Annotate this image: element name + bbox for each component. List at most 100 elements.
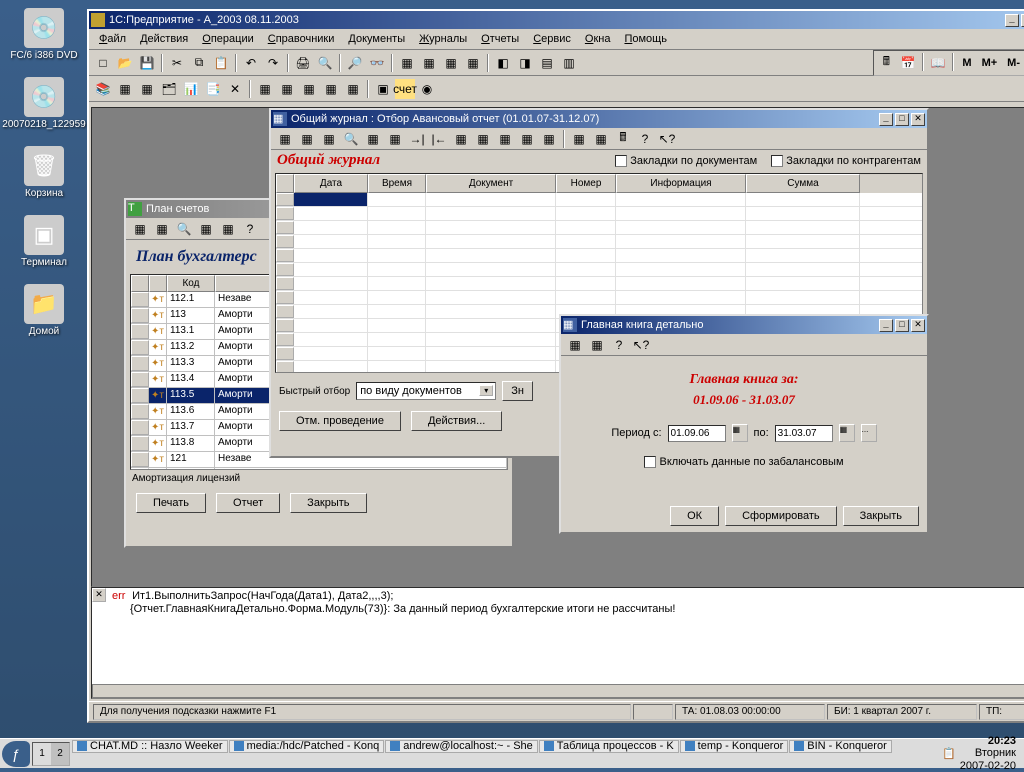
calc-icon[interactable]: 🖩: [876, 53, 896, 73]
menu-item[interactable]: Файл: [93, 31, 132, 47]
log-hscroll[interactable]: [92, 684, 1024, 698]
menu-item[interactable]: Действия: [134, 31, 194, 47]
tb-icon[interactable]: →|: [407, 129, 427, 149]
tb-icon[interactable]: ▦: [451, 129, 471, 149]
tb-icon[interactable]: ▦: [539, 129, 559, 149]
journal-row[interactable]: [276, 221, 922, 235]
tb-icon[interactable]: ▦: [495, 129, 515, 149]
m-button[interactable]: M: [958, 53, 975, 73]
redo-icon[interactable]: ↷: [263, 53, 283, 73]
journal-row[interactable]: [276, 291, 922, 305]
journal-row[interactable]: [276, 277, 922, 291]
col-num[interactable]: Номер: [556, 174, 616, 193]
taskbar-button[interactable]: temp - Konqueror: [680, 740, 789, 753]
tb-icon[interactable]: ▦: [130, 219, 150, 239]
tb-icon[interactable]: ▦: [569, 129, 589, 149]
tb-icon[interactable]: ▦: [321, 79, 341, 99]
desktop-icon[interactable]: 📁Домой: [8, 284, 80, 337]
col-info[interactable]: Информация: [616, 174, 746, 193]
cancel-conduct-button[interactable]: Отм. проведение: [279, 411, 401, 431]
help-icon[interactable]: 📖: [928, 53, 948, 73]
tb-icon[interactable]: ▦: [473, 129, 493, 149]
tb-icon[interactable]: 🔍: [341, 129, 361, 149]
taskbar-button[interactable]: andrew@localhost:~ - She: [385, 740, 538, 753]
desktop-icon[interactable]: 💿20070218_122959: [8, 77, 80, 130]
log-close-button[interactable]: ✕: [92, 588, 106, 602]
menu-item[interactable]: Справочники: [262, 31, 341, 47]
col-doc[interactable]: Документ: [426, 174, 556, 193]
col-kod[interactable]: Код: [167, 275, 215, 292]
journal-row[interactable]: [276, 193, 922, 207]
close-button[interactable]: Закрыть: [290, 493, 366, 513]
journal-row[interactable]: [276, 249, 922, 263]
maximize-button[interactable]: □: [895, 319, 909, 332]
open-icon[interactable]: 📂: [115, 53, 135, 73]
menu-item[interactable]: Операции: [196, 31, 259, 47]
tb-icon[interactable]: ▦: [463, 53, 483, 73]
m-minus-button[interactable]: M-: [1003, 53, 1024, 73]
tb-icon[interactable]: 📊: [181, 79, 201, 99]
tb-icon[interactable]: ▦: [565, 335, 585, 355]
tb-icon[interactable]: ▦: [299, 79, 319, 99]
menu-item[interactable]: Документы: [342, 31, 411, 47]
calendar-icon[interactable]: 📅: [898, 53, 918, 73]
tb-icon[interactable]: ▦: [343, 79, 363, 99]
print-icon[interactable]: 🖨: [293, 53, 313, 73]
tb-icon[interactable]: ▦: [441, 53, 461, 73]
maximize-button[interactable]: □: [895, 113, 909, 126]
tb-icon[interactable]: ?: [609, 335, 629, 355]
tb-icon[interactable]: ▦: [397, 53, 417, 73]
tb-icon[interactable]: ▦: [319, 129, 339, 149]
copy-icon[interactable]: ⧉: [189, 53, 209, 73]
tb-icon[interactable]: ▦: [255, 79, 275, 99]
report-button[interactable]: Отчет: [216, 493, 280, 513]
tb-icon[interactable]: ◉: [417, 79, 437, 99]
tb-icon[interactable]: ▦: [517, 129, 537, 149]
col-time[interactable]: Время: [368, 174, 426, 193]
help-pointer-icon[interactable]: ↖?: [657, 129, 677, 149]
close-button[interactable]: ✕: [911, 319, 925, 332]
find-icon[interactable]: 🔎: [345, 53, 365, 73]
tb-icon[interactable]: ▦: [297, 129, 317, 149]
bookmark-docs-checkbox[interactable]: Закладки по документам: [615, 155, 757, 167]
book-icon[interactable]: 📚: [93, 79, 113, 99]
tb-icon[interactable]: ▦: [419, 53, 439, 73]
col-date[interactable]: Дата: [294, 174, 368, 193]
tb-icon[interactable]: ▦: [385, 129, 405, 149]
tb-icon[interactable]: 📑: [203, 79, 223, 99]
main-titlebar[interactable]: 1С:Предприятие - А_2003 08.11.2003 _ □ ✕: [89, 11, 1024, 29]
tb-icon[interactable]: 🔍: [174, 219, 194, 239]
close-button[interactable]: ✕: [911, 113, 925, 126]
tb-icon[interactable]: ?: [635, 129, 655, 149]
minimize-button[interactable]: _: [1005, 14, 1019, 27]
tb-icon[interactable]: ▦: [196, 219, 216, 239]
minimize-button[interactable]: _: [879, 319, 893, 332]
tb-icon[interactable]: |←: [429, 129, 449, 149]
cut-icon[interactable]: ✂: [167, 53, 187, 73]
new-icon[interactable]: □: [93, 53, 113, 73]
book-titlebar[interactable]: ▦ Главная книга детально _ □ ✕: [561, 316, 927, 334]
tb-icon[interactable]: ▥: [559, 53, 579, 73]
tb-icon[interactable]: ▦: [115, 79, 135, 99]
desktop-icon[interactable]: 💿FC/6 i386 DVD: [8, 8, 80, 61]
filter-value-button[interactable]: Зн: [502, 381, 533, 401]
tb-icon[interactable]: 🖩: [613, 129, 633, 149]
pager-1[interactable]: 1: [33, 743, 51, 765]
start-button[interactable]: ƒ: [2, 741, 30, 767]
journal-titlebar[interactable]: ▦ Общий журнал : Отбор Авансовый отчет (…: [271, 110, 927, 128]
taskbar-button[interactable]: media:/hdc/Patched - Konq: [229, 740, 385, 753]
help-pointer-icon[interactable]: ↖?: [631, 335, 651, 355]
paste-icon[interactable]: 📋: [211, 53, 231, 73]
tb-icon[interactable]: ▦: [137, 79, 157, 99]
tb-icon[interactable]: 🗂: [159, 79, 179, 99]
taskbar-button[interactable]: BIN - Konqueror: [789, 740, 891, 753]
period-from-input[interactable]: [668, 425, 726, 442]
tb-icon[interactable]: ◧: [493, 53, 513, 73]
date-picker-button[interactable]: ▦: [839, 424, 855, 442]
menu-item[interactable]: Журналы: [413, 31, 473, 47]
journal-row[interactable]: [276, 263, 922, 277]
date-picker-button[interactable]: ▦: [732, 424, 748, 442]
pager-2[interactable]: 2: [51, 743, 69, 765]
generate-button[interactable]: Сформировать: [725, 506, 837, 526]
journal-row[interactable]: [276, 235, 922, 249]
